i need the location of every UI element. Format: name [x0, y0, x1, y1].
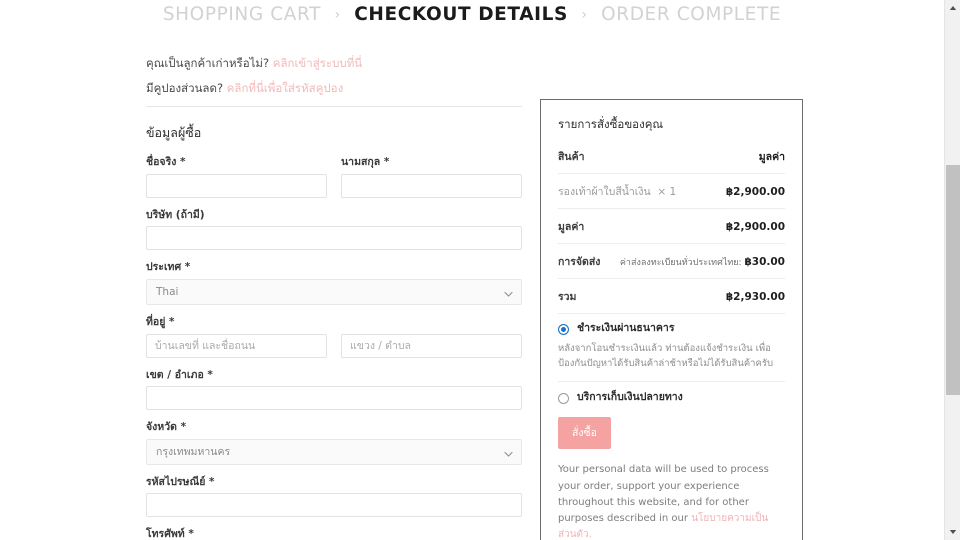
district-field: เขต / อำเภอ *	[146, 369, 522, 411]
country-label: ประเทศ *	[146, 261, 191, 274]
district-label: เขต / อำเภอ *	[146, 368, 213, 381]
breadcrumb-separator-icon: ›	[581, 7, 588, 23]
last-name-label: นามสกุล *	[341, 156, 390, 169]
billing-section-title: ข้อมูลผู้ซื้อ	[146, 125, 202, 141]
phone-label: โทรศัพท์ *	[146, 528, 194, 540]
place-order-button[interactable]: สั่งซื้อ	[558, 417, 611, 450]
order-subtotal-row: มูลค่า ฿2,900.00	[558, 218, 785, 244]
breadcrumb-step-checkout-details[interactable]: CHECKOUT DETAILS	[354, 4, 568, 25]
order-table-header: สินค้า มูลค่า	[558, 148, 785, 174]
total-value: ฿2,930.00	[725, 291, 785, 303]
breadcrumb: SHOPPING CART › CHECKOUT DETAILS › ORDER…	[0, 4, 944, 25]
last-name-input[interactable]	[341, 173, 522, 198]
address-label: ที่อยู่ *	[146, 316, 175, 329]
order-shipping-row: การจัดส่ง ค่าส่งลงทะเบียนทั่วประเทศไทย: …	[558, 253, 785, 279]
address-field: ที่อยู่ *	[146, 316, 522, 358]
coupon-link[interactable]: คลิกที่นี่เพื่อใส่รหัสคูปอง	[227, 81, 344, 95]
postcode-input[interactable]	[146, 493, 522, 518]
first-name-input[interactable]	[146, 173, 327, 198]
divider	[146, 106, 522, 108]
shipping-method: ค่าส่งลงทะเบียนทั่วประเทศไทย: ฿30.00	[619, 256, 785, 268]
checkout-page: SHOPPING CART › CHECKOUT DETAILS › ORDER…	[0, 0, 944, 540]
order-summary-title: รายการสั่งซื้อของคุณ	[558, 117, 664, 131]
payment-bank-transfer-description: หลังจากโอนชำระเงินแล้ว ท่านต้องแจ้งชำระเ…	[558, 342, 785, 383]
scroll-up-arrow-icon[interactable]	[945, 0, 960, 16]
country-field: ประเทศ * Thai	[146, 261, 522, 306]
payment-cod-label: บริการเก็บเงินปลายทาง	[577, 391, 683, 404]
radio-cash-on-delivery[interactable]	[558, 393, 569, 405]
column-header-total: มูลค่า	[758, 151, 785, 163]
province-select[interactable]: กรุงเทพมหานคร	[146, 438, 522, 465]
column-header-product: สินค้า	[558, 151, 585, 163]
login-link[interactable]: คลิกเข้าสู่ระบบที่นี่	[273, 56, 362, 70]
province-field: จังหวัด * กรุงเทพมหานคร	[146, 421, 522, 465]
privacy-notice: Your personal data will be used to proce…	[558, 462, 785, 540]
subtotal-value: ฿2,900.00	[725, 221, 785, 233]
payment-option-cod[interactable]: บริการเก็บเงินปลายทาง	[558, 391, 785, 405]
billing-form-column: คุณเป็นลูกค้าเก่าหรือไม่? คลิกเข้าสู่ระบ…	[146, 57, 522, 540]
scrollbar-thumb[interactable]	[946, 165, 960, 395]
company-label: บริษัท (ถ้ามี)	[146, 208, 205, 221]
company-field: บริษัท (ถ้ามี)	[146, 209, 522, 251]
address-line2-input[interactable]	[341, 333, 522, 358]
country-select[interactable]: Thai	[146, 279, 522, 306]
subtotal-label: มูลค่า	[558, 221, 585, 233]
breadcrumb-separator-icon: ›	[334, 7, 341, 23]
postcode-label: รหัสไปรษณีย์ *	[146, 475, 215, 488]
last-name-field: นามสกุล *	[341, 156, 522, 198]
first-name-field: ชื่อจริง *	[146, 156, 327, 198]
shipping-label: การจัดส่ง	[558, 256, 601, 268]
payment-option-bank-transfer[interactable]: ชำระเงินผ่านธนาคาร	[558, 322, 785, 335]
total-label: รวม	[558, 291, 577, 303]
breadcrumb-step-order-complete[interactable]: ORDER COMPLETE	[601, 4, 781, 25]
district-input[interactable]	[146, 386, 522, 411]
page-scrollbar[interactable]	[944, 0, 960, 540]
payment-bank-transfer-label: ชำระเงินผ่านธนาคาร	[577, 322, 675, 334]
order-total-row: รวม ฿2,930.00	[558, 288, 785, 314]
address-line1-input[interactable]	[146, 333, 327, 358]
order-item-price: ฿2,900.00	[725, 186, 785, 198]
postcode-field: รหัสไปรษณีย์ *	[146, 476, 522, 518]
company-input[interactable]	[146, 226, 522, 251]
order-line-item: รองเท้าผ้าใบสีน้ำเงิน × 1 ฿2,900.00	[558, 183, 785, 209]
phone-field: โทรศัพท์ *	[146, 528, 522, 540]
province-label: จังหวัด *	[146, 421, 187, 434]
radio-bank-transfer[interactable]	[558, 324, 569, 335]
scroll-down-arrow-icon[interactable]	[945, 524, 960, 540]
breadcrumb-step-shopping-cart[interactable]: SHOPPING CART	[163, 4, 321, 25]
returning-customer-notice: คุณเป็นลูกค้าเก่าหรือไม่? คลิกเข้าสู่ระบ…	[146, 57, 522, 70]
returning-customer-text: คุณเป็นลูกค้าเก่าหรือไม่?	[146, 56, 270, 70]
order-summary-panel: รายการสั่งซื้อของคุณ สินค้า มูลค่า รองเท…	[540, 99, 803, 540]
order-item-name: รองเท้าผ้าใบสีน้ำเงิน × 1	[558, 186, 677, 198]
coupon-notice: มีคูปองส่วนลด? คลิกที่นี่เพื่อใส่รหัสคูป…	[146, 80, 522, 95]
first-name-label: ชื่อจริง *	[146, 156, 186, 169]
coupon-text: มีคูปองส่วนลด?	[146, 80, 224, 95]
